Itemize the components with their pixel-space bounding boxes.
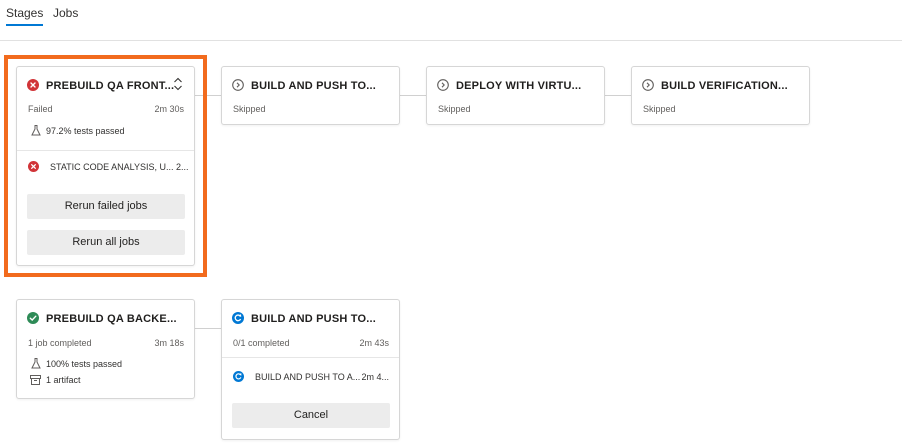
cancel-button[interactable]: Cancel: [232, 403, 390, 428]
stage-title: BUILD VERIFICATION...: [661, 80, 788, 92]
stage-title: DEPLOY WITH VIRTU...: [456, 80, 582, 92]
stage-status: 1 job completed: [28, 338, 92, 348]
stage-title: PREBUILD QA BACKE...: [46, 313, 177, 325]
artifact-icon: [30, 375, 41, 385]
artifact-link[interactable]: 1 artifact: [46, 375, 81, 385]
stage-status: Skipped: [233, 104, 266, 114]
stage-connector: [399, 95, 426, 96]
stage-status: Skipped: [438, 104, 471, 114]
tab-jobs[interactable]: Jobs: [53, 6, 78, 20]
highlight-frame: [4, 55, 207, 277]
stage-card-build-and-push-running[interactable]: BUILD AND PUSH TO... 0/1 completed 2m 43…: [221, 299, 400, 440]
stage-connector: [604, 95, 631, 96]
stage-duration: 2m 43s: [359, 338, 389, 348]
stage-connector: [195, 328, 221, 329]
stage-card-prebuild-qa-backend[interactable]: PREBUILD QA BACKE... 1 job completed 3m …: [16, 299, 195, 399]
job-name[interactable]: BUILD AND PUSH TO A...: [255, 372, 360, 382]
card-divider: [222, 357, 399, 358]
stage-status: Skipped: [643, 104, 676, 114]
stage-duration: 3m 18s: [154, 338, 184, 348]
test-beaker-icon: [31, 358, 41, 369]
running-icon: [232, 312, 244, 324]
stage-card-deploy-with-virtu[interactable]: DEPLOY WITH VIRTU... Skipped: [426, 66, 605, 125]
skipped-icon: [437, 79, 449, 91]
tab-stages[interactable]: Stages: [6, 6, 44, 26]
stage-status: 0/1 completed: [233, 338, 290, 348]
stage-title: BUILD AND PUSH TO...: [251, 80, 377, 92]
running-icon: [233, 371, 244, 382]
skipped-icon: [232, 79, 244, 91]
tests-passed-text: 100% tests passed: [46, 359, 123, 369]
stage-title: BUILD AND PUSH TO...: [251, 313, 377, 325]
tab-bar: Stages Jobs: [0, 0, 902, 41]
skipped-icon: [642, 79, 654, 91]
job-duration: 2m 4...: [361, 372, 389, 382]
success-check-icon: [27, 312, 39, 324]
stage-card-build-verification[interactable]: BUILD VERIFICATION... Skipped: [631, 66, 810, 125]
stage-card-build-and-push[interactable]: BUILD AND PUSH TO... Skipped: [221, 66, 400, 125]
